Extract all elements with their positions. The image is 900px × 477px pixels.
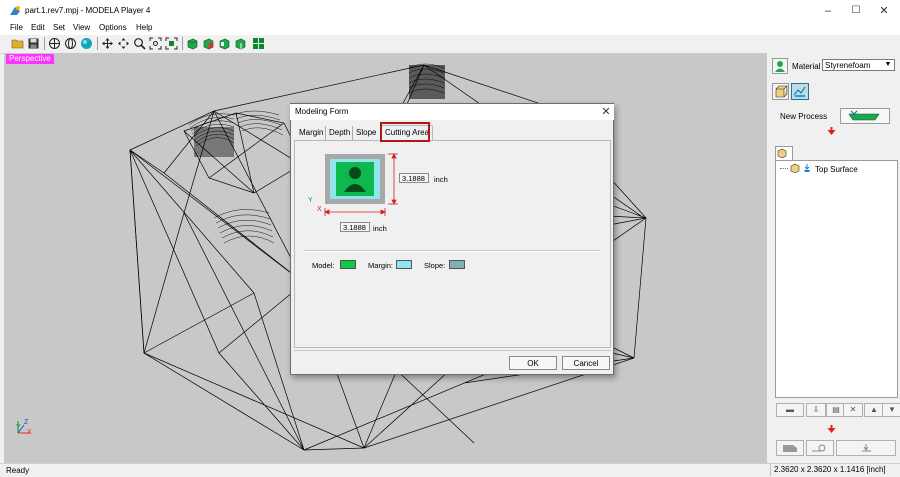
- height-input[interactable]: 3.1888: [399, 173, 429, 183]
- preview-button[interactable]: [806, 440, 834, 456]
- minimize-button[interactable]: –: [815, 3, 841, 19]
- save-icon[interactable]: [27, 37, 40, 50]
- surface-view-icon[interactable]: [791, 83, 809, 100]
- tree-cube-icon: [790, 163, 800, 173]
- view-side-icon[interactable]: [202, 37, 215, 50]
- menu-file[interactable]: File: [10, 23, 23, 32]
- height-unit: inch: [434, 175, 448, 184]
- toolbar-separator: [97, 37, 98, 50]
- zoom-icon[interactable]: [133, 37, 146, 50]
- status-bar: [0, 463, 900, 477]
- status-text: Ready: [6, 466, 30, 475]
- menu-bar: [0, 22, 900, 35]
- sphere-icon[interactable]: [80, 37, 93, 50]
- maximize-button[interactable]: ☐: [843, 3, 869, 19]
- panel-button-2[interactable]: ⇩: [806, 403, 826, 417]
- arrow-down-icon: [827, 127, 836, 135]
- cut-icon: [783, 445, 797, 452]
- close-button[interactable]: ✕: [871, 3, 897, 19]
- new-process-button[interactable]: [840, 108, 890, 124]
- preview-axis-y: Y: [308, 197, 313, 204]
- cut-button[interactable]: [776, 440, 804, 456]
- arrow-down-icon: [827, 425, 836, 433]
- tab-depth[interactable]: Depth: [325, 126, 353, 140]
- delete-button[interactable]: ✕: [843, 403, 863, 417]
- app-icon: [10, 6, 20, 15]
- footer-divider: [294, 350, 611, 351]
- grid-view-icon[interactable]: [252, 37, 265, 50]
- toolbar-separator: [182, 37, 183, 50]
- material-user-icon[interactable]: [772, 58, 788, 74]
- preview-axis-x: X: [317, 206, 322, 213]
- tree-connector: [780, 168, 788, 170]
- dialog-close-button[interactable]: ✕: [598, 104, 614, 120]
- move-down-button[interactable]: ▼: [882, 403, 900, 417]
- model-swatch: [340, 260, 356, 269]
- cube-icon: [777, 148, 787, 158]
- output-icon: [862, 444, 871, 452]
- menu-view[interactable]: View: [73, 23, 90, 32]
- ok-button[interactable]: OK: [509, 356, 557, 370]
- menu-edit[interactable]: Edit: [31, 23, 45, 32]
- rotate-view-icon[interactable]: [48, 37, 61, 50]
- status-dimensions: 2.3620 x 2.3620 x 1.1416 [inch]: [770, 463, 900, 476]
- axis-z-label: Z: [24, 419, 29, 426]
- dialog-title: Modeling Form: [295, 107, 349, 116]
- output-button[interactable]: [836, 440, 896, 456]
- view-top-icon[interactable]: [218, 37, 231, 50]
- material-value: Styrenefoam: [825, 61, 871, 70]
- top-surface-icon: [804, 164, 810, 172]
- menu-set[interactable]: Set: [53, 23, 65, 32]
- tab-margin[interactable]: Margin: [296, 126, 326, 140]
- zoom-extents-icon[interactable]: [165, 37, 178, 50]
- axis-y-label: Y: [16, 424, 21, 431]
- tree-item-top-surface[interactable]: Top Surface: [815, 165, 858, 174]
- perspective-badge: Perspective: [6, 54, 54, 64]
- legend-model-label: Model:: [312, 261, 335, 270]
- divider: [305, 250, 601, 252]
- process-tree[interactable]: [775, 160, 898, 398]
- width-input[interactable]: 3.1888: [340, 222, 370, 232]
- dimension-lines: [324, 153, 398, 216]
- legend-margin-label: Margin:: [368, 261, 394, 270]
- fit-view-icon[interactable]: [149, 37, 162, 50]
- width-unit: inch: [373, 224, 387, 233]
- legend-slope-label: Slope:: [424, 261, 446, 270]
- move-up-button[interactable]: ▲: [864, 403, 884, 417]
- toolbar-separator: [44, 37, 45, 50]
- pan-icon[interactable]: [101, 37, 114, 50]
- cancel-button[interactable]: Cancel: [562, 356, 610, 370]
- menu-options[interactable]: Options: [99, 23, 127, 32]
- slope-swatch: [449, 260, 465, 269]
- view-iso-icon[interactable]: [234, 37, 247, 50]
- preview-icon: [812, 444, 826, 452]
- material-label: Material: [792, 62, 821, 71]
- new-process-label: New Process: [780, 112, 828, 121]
- rotate-axis-icon[interactable]: [64, 37, 77, 50]
- tab-highlight-box: [380, 122, 430, 142]
- window-title: part.1.rev7.mpj - MODELA Player 4: [25, 6, 151, 15]
- axis-x-label: X: [27, 429, 32, 436]
- menu-help[interactable]: Help: [136, 23, 152, 32]
- material-select[interactable]: Styrenefoam ▼: [822, 59, 895, 71]
- tab-slope[interactable]: Slope: [352, 126, 379, 140]
- margin-swatch: [396, 260, 412, 269]
- new-process-icon: [848, 110, 880, 121]
- open-folder-icon[interactable]: [11, 37, 24, 50]
- move-icon[interactable]: [117, 37, 130, 50]
- box-view-icon[interactable]: [772, 83, 789, 100]
- chevron-down-icon: ▼: [884, 61, 892, 68]
- view-front-icon[interactable]: [186, 37, 199, 50]
- panel-button-1[interactable]: ▬: [776, 403, 804, 417]
